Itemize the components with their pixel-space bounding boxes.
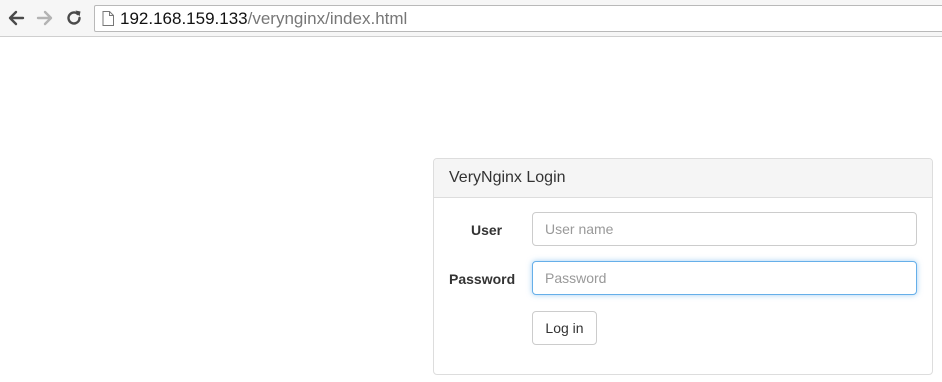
url-host: 192.168.159.133 [120, 9, 248, 28]
browser-toolbar: 192.168.159.133/verynginx/index.html [0, 0, 942, 37]
back-button[interactable] [6, 8, 26, 28]
password-input[interactable] [532, 261, 917, 295]
url-path: /verynginx/index.html [247, 9, 408, 28]
url-text: 192.168.159.133/verynginx/index.html [120, 9, 407, 29]
address-bar[interactable]: 192.168.159.133/verynginx/index.html [94, 5, 942, 32]
user-label: User [471, 222, 503, 238]
forward-button[interactable] [35, 8, 55, 28]
arrow-right-icon [36, 10, 53, 26]
username-input[interactable] [532, 212, 917, 246]
login-button[interactable]: Log in [532, 311, 597, 345]
arrow-left-icon [8, 10, 25, 26]
document-icon [102, 11, 114, 26]
password-label: Password [449, 271, 516, 287]
panel-title: VeryNginx Login [434, 159, 932, 198]
reload-button[interactable] [64, 8, 84, 28]
login-panel: VeryNginx Login User Password Log in [433, 158, 933, 375]
reload-icon [67, 10, 81, 25]
